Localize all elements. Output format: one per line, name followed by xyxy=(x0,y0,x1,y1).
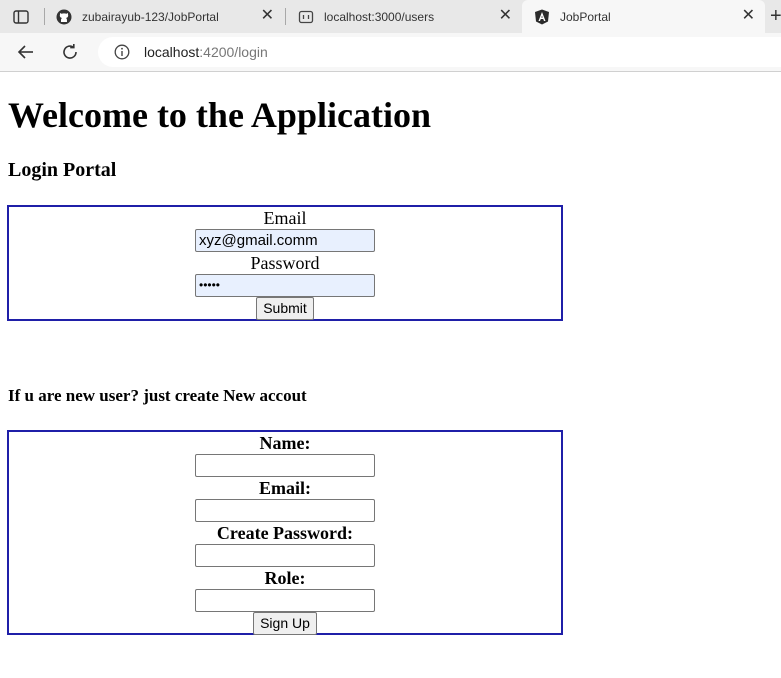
new-tab-icon[interactable]: + xyxy=(770,5,781,28)
role-field[interactable] xyxy=(195,589,375,612)
address-bar[interactable]: localhost:4200/login xyxy=(98,37,781,67)
new-user-heading: If u are new user? just create New accou… xyxy=(8,386,307,405)
tab-strip: zubairayub-123/JobPortal ✕ localhost:300… xyxy=(0,0,781,33)
login-heading: Login Portal xyxy=(8,159,117,181)
angular-icon xyxy=(534,9,550,25)
email-label: Email xyxy=(263,208,307,228)
tab-github[interactable]: zubairayub-123/JobPortal ✕ xyxy=(44,0,284,33)
sidebar-toggle-icon[interactable] xyxy=(10,7,32,27)
create-password-field[interactable] xyxy=(195,544,375,567)
password-label: Password xyxy=(250,253,320,273)
password-field[interactable]: ••••• xyxy=(195,274,375,297)
signup-email-label: Email: xyxy=(259,478,311,498)
page-title: Welcome to the Application xyxy=(8,95,431,135)
name-label: Name: xyxy=(259,433,311,453)
github-icon xyxy=(56,9,72,25)
tab-title: localhost:3000/users xyxy=(324,9,435,24)
site-info-icon[interactable] xyxy=(114,44,130,60)
email-field[interactable]: xyz@gmail.comm xyxy=(195,229,375,252)
name-field[interactable] xyxy=(195,454,375,477)
close-tab-icon[interactable]: ✕ xyxy=(261,8,274,24)
browser-toolbar: localhost:4200/login xyxy=(0,33,781,72)
reload-icon[interactable] xyxy=(59,41,81,63)
create-password-label: Create Password: xyxy=(216,523,354,543)
signup-form: Name: Email: Create Password: Role: Sign… xyxy=(7,430,563,635)
url-path: :4200/login xyxy=(199,44,268,60)
tab-localhost-users[interactable]: localhost:3000/users ✕ xyxy=(286,0,522,33)
tab-title: zubairayub-123/JobPortal xyxy=(82,9,219,24)
signup-email-field[interactable] xyxy=(195,499,375,522)
role-label: Role: xyxy=(264,568,306,588)
submit-button[interactable]: Submit xyxy=(256,297,314,320)
back-arrow-icon[interactable] xyxy=(15,41,37,63)
generic-page-icon xyxy=(298,9,314,25)
sign-up-button[interactable]: Sign Up xyxy=(253,612,317,635)
close-tab-icon[interactable]: ✕ xyxy=(742,8,755,24)
close-tab-icon[interactable]: ✕ xyxy=(499,8,512,24)
tab-jobportal-active[interactable]: JobPortal ✕ xyxy=(522,0,765,33)
tab-title: JobPortal xyxy=(560,9,611,24)
url-host: localhost xyxy=(144,44,200,60)
login-form: Email xyz@gmail.comm Password ••••• Subm… xyxy=(7,205,563,321)
